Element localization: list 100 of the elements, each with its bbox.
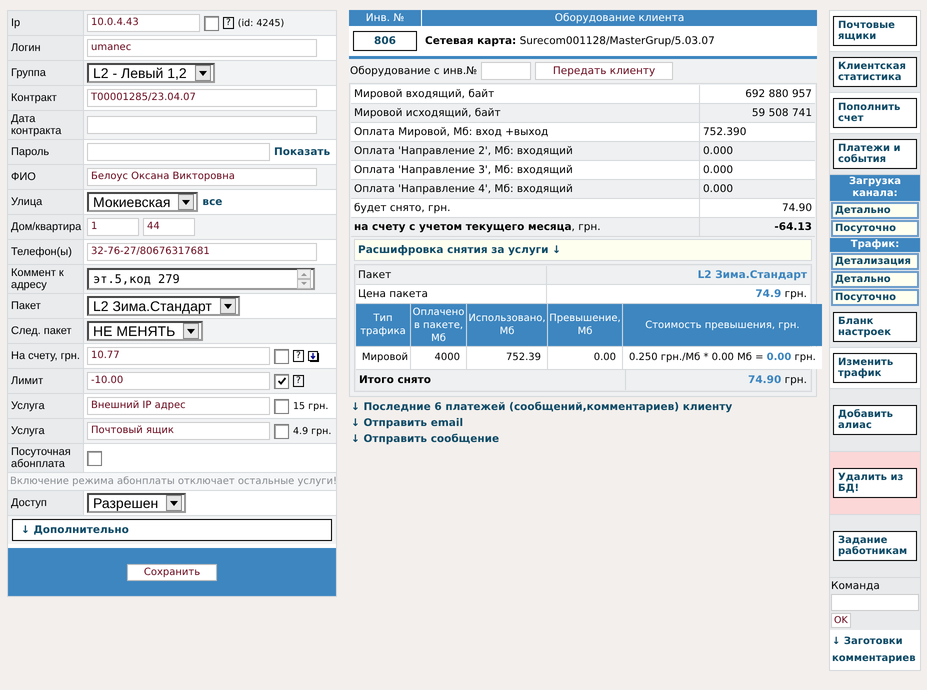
stat-value: -64.13: [774, 221, 812, 233]
table-cell: 0.250 грн./Мб * 0.00 Мб = 0.00 грн.: [629, 352, 816, 363]
report-link[interactable]: Детально: [831, 271, 919, 288]
stat-value: 0.000: [703, 164, 734, 176]
column-header: Превышение, Мб: [548, 304, 622, 346]
stat-label: Мировой входящий, байт: [354, 88, 494, 100]
column-header: Инв. №: [349, 10, 422, 26]
report-link[interactable]: Детально: [831, 202, 919, 219]
field-label: Лимит: [11, 375, 44, 387]
stat-value: 0.000: [703, 183, 734, 195]
dropdown[interactable]: Разрешен: [87, 493, 186, 513]
field-label: Доступ: [11, 497, 47, 509]
section-header: Трафик:: [830, 238, 920, 252]
tick-icon: [276, 376, 286, 386]
report-link[interactable]: Посуточно: [831, 289, 919, 306]
stat-label: Оплата Мировой, Мб: вход +выход: [354, 126, 548, 138]
field-label: След. пакет: [11, 325, 72, 337]
input-field[interactable]: Внешний IP адрес: [87, 397, 270, 415]
help-button[interactable]: ?: [293, 375, 304, 387]
table-cell: 752.39: [506, 352, 541, 363]
dropdown[interactable]: L2 Зима.Стандарт: [87, 296, 240, 316]
help-button[interactable]: ?: [293, 350, 304, 362]
checkbox[interactable]: [274, 398, 289, 414]
more-link[interactable]: ↓ Дополнительно: [12, 519, 332, 541]
field-label: Дом/квартира: [11, 221, 82, 233]
note-text: 4.9 грн.: [293, 426, 332, 436]
dropdown[interactable]: L2 - Левый 1,2: [87, 63, 215, 83]
field-label: Логин: [11, 42, 41, 54]
caret-icon: [194, 65, 211, 81]
note-text: 15 грн.: [293, 400, 328, 412]
input-field[interactable]: Белоус Оксана Викторовна: [87, 168, 317, 186]
input-field[interactable]: 32-76-27/80676317681: [87, 243, 317, 261]
link[interactable]: все: [202, 196, 222, 208]
action-button[interactable]: Платежи и события: [833, 139, 917, 169]
input-field[interactable]: Почтовый ящик: [87, 422, 270, 440]
input-field[interactable]: 10.77: [87, 347, 270, 365]
table-cell: 0.00: [594, 352, 616, 363]
column-header: Стоимость превышения, грн.: [623, 304, 822, 346]
table-cell: 4000: [434, 352, 460, 363]
column-header: Тип трафика: [356, 304, 410, 346]
input-field[interactable]: 10.0.4.43: [87, 14, 200, 32]
dropdown[interactable]: Мокиевская: [87, 192, 198, 212]
field-label: Пароль: [11, 146, 50, 158]
checkbox[interactable]: [274, 374, 289, 388]
action-button[interactable]: Задание работникам: [833, 531, 917, 561]
command-field[interactable]: [831, 594, 919, 611]
field-label: Телефон(ы): [11, 246, 72, 258]
input-field[interactable]: -10.00: [87, 372, 270, 390]
transfer-button[interactable]: Передать клиенту: [535, 62, 674, 80]
link[interactable]: ↓ Последние 6 платежей (сообщений,комментариев) клиенту: [351, 401, 732, 413]
field-label: Коммент к адресу: [11, 267, 65, 291]
action-button[interactable]: Удалить из БД!: [833, 468, 917, 498]
action-button[interactable]: Бланк настроек: [833, 312, 917, 342]
help-button[interactable]: ?: [223, 17, 234, 29]
action-button[interactable]: Изменить трафик: [833, 353, 917, 383]
field-label: Дата контракта: [11, 113, 62, 137]
link[interactable]: ↓ Отправить email: [351, 417, 464, 429]
checkbox[interactable]: [274, 348, 289, 364]
stat-label: Оплата 'Направление 2', Мб: входящий: [354, 145, 573, 157]
package-value: 74.9 грн.: [755, 288, 807, 300]
field-label: На счету, грн.: [11, 350, 80, 362]
link[interactable]: Показать: [274, 146, 330, 158]
scroll-arrows-icon: [297, 269, 311, 289]
breakdown-toggle[interactable]: Расшифровка снятия за услуги ↓: [354, 239, 812, 261]
text-area[interactable]: эт.5,код 279: [87, 268, 315, 290]
equipment-description: Сетевая карта: Surecom001128/MasterGrup/5.03.07: [425, 35, 715, 47]
save-button[interactable]: Сохранить: [126, 564, 218, 580]
report-link[interactable]: Посуточно: [831, 220, 919, 237]
field-label: Услуга: [11, 400, 45, 412]
input-field[interactable]: [87, 116, 317, 134]
ok-button[interactable]: OK: [831, 613, 851, 628]
dropdown[interactable]: НЕ МЕНЯТЬ: [87, 321, 204, 341]
stat-value: 74.90: [782, 202, 812, 214]
action-button[interactable]: Пополнить счет: [833, 98, 917, 128]
action-button[interactable]: Добавить алиас: [833, 405, 917, 435]
link[interactable]: ↓ Отправить сообщение: [351, 433, 500, 445]
caret-icon: [178, 194, 194, 210]
checkbox[interactable]: [87, 450, 102, 466]
report-link[interactable]: Детализация: [831, 253, 919, 270]
total-value: 74.90 грн.: [748, 374, 807, 386]
stat-value: 752.390: [703, 126, 746, 138]
input-field[interactable]: 1: [87, 218, 139, 236]
total-label: Итого снято: [359, 374, 431, 386]
stat-label: будет снято, грн.: [354, 202, 450, 214]
field-label: Группа: [11, 67, 46, 79]
checkbox[interactable]: [274, 424, 289, 438]
action-button[interactable]: Почтовые ящики: [833, 16, 917, 46]
command-label: Команда: [831, 580, 880, 592]
column-header: Оборудование клиента: [554, 11, 686, 26]
input-field[interactable]: 44: [143, 218, 195, 236]
input-field[interactable]: umanec: [87, 39, 317, 57]
column-header: Использовано, Мб: [467, 304, 547, 346]
action-button[interactable]: Клиентская статистика: [833, 57, 917, 87]
inventory-number[interactable]: 806: [353, 31, 417, 51]
checkbox[interactable]: [204, 16, 219, 30]
transfer-label: Оборудование с инв.№: [350, 65, 478, 77]
input-field[interactable]: [481, 62, 532, 80]
input-field[interactable]: [87, 143, 270, 161]
notice-text: Включение режима абонплаты отключает остальные услуги!: [8, 473, 336, 491]
input-field[interactable]: T00001285/23.04.07: [87, 89, 317, 107]
